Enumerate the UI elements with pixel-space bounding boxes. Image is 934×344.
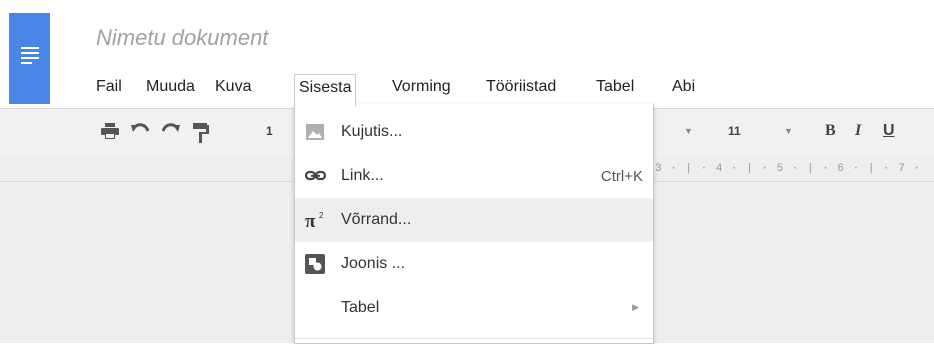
menu-tools[interactable]: Tööriistad <box>482 74 560 102</box>
zoom-select[interactable]: 1 <box>266 124 273 138</box>
submenu-arrow-icon: ▶ <box>632 302 639 312</box>
ruler-marks: 3 · | · 4 · | · 5 · | · 6 · | · 7 · <box>655 163 922 175</box>
insert-menu-item-link[interactable]: Link... Ctrl+K <box>295 154 653 198</box>
redo-icon[interactable] <box>161 123 180 142</box>
menu-insert[interactable]: Sisesta <box>294 74 357 106</box>
image-icon <box>305 122 325 142</box>
print-icon[interactable] <box>101 123 119 144</box>
menu-help[interactable]: Abi <box>668 74 699 102</box>
docs-logo-icon[interactable] <box>9 13 50 104</box>
insert-menu-item-equation[interactable]: π2 Võrrand... <box>295 198 653 242</box>
link-icon <box>304 166 327 186</box>
insert-menu-item-table[interactable]: Tabel ▶ <box>295 286 653 330</box>
insert-menu-item-label: Link... <box>341 167 384 184</box>
font-size-dropdown-arrow[interactable]: ▼ <box>784 126 793 136</box>
menu-view[interactable]: Kuva <box>211 74 255 102</box>
insert-menu-item-image[interactable]: Kujutis... <box>295 110 653 154</box>
app-header: Nimetu dokument Fail Muuda Kuva Sisesta … <box>0 0 934 108</box>
document-title[interactable]: Nimetu dokument <box>96 25 268 51</box>
menu-edit[interactable]: Muuda <box>142 74 199 102</box>
bold-button[interactable]: B <box>825 122 836 140</box>
italic-button[interactable]: I <box>855 122 861 140</box>
svg-text:π: π <box>305 211 316 230</box>
insert-menu-item-label: Võrrand... <box>341 211 412 228</box>
shortcut-label: Ctrl+K <box>600 168 643 185</box>
font-size-value[interactable]: 11 <box>728 124 741 138</box>
insert-menu-item-label: Joonis ... <box>341 255 406 272</box>
svg-text:2: 2 <box>319 211 324 220</box>
underline-button[interactable]: U <box>883 122 895 140</box>
menu-divider <box>295 338 653 339</box>
insert-menu-item-label: Tabel <box>341 299 380 316</box>
menu-table[interactable]: Tabel <box>592 74 638 102</box>
insert-menu-item-label: Kujutis... <box>341 123 403 140</box>
menu-format[interactable]: Vorming <box>388 74 455 102</box>
drawing-icon <box>305 254 325 274</box>
font-dropdown-arrow[interactable]: ▼ <box>684 126 693 136</box>
paint-format-icon[interactable] <box>193 123 209 148</box>
insert-menu-dropdown: Kujutis... Link... Ctrl+K π2 Võrrand... … <box>294 104 654 344</box>
menu-file[interactable]: Fail <box>92 74 126 102</box>
undo-icon[interactable] <box>131 123 150 142</box>
insert-menu-item-drawing[interactable]: Joonis ... <box>295 242 653 286</box>
equation-icon: π2 <box>305 210 325 232</box>
